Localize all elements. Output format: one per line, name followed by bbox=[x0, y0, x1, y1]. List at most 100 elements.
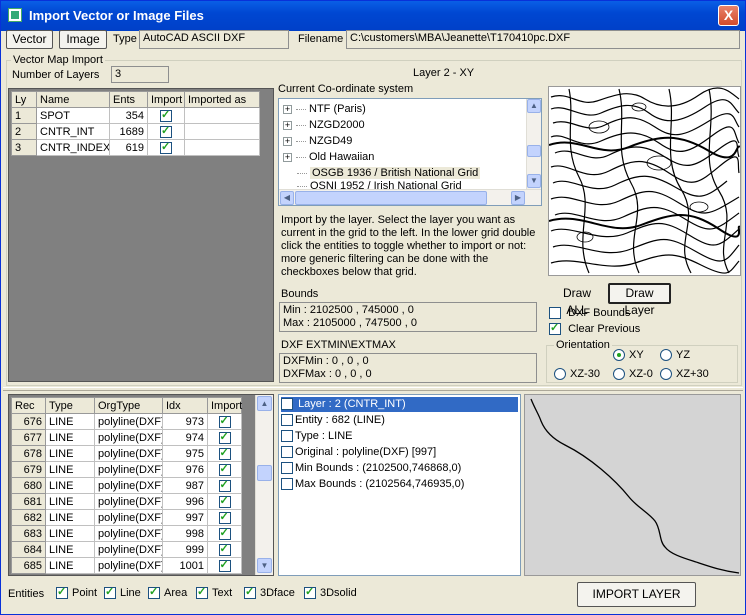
detail-item[interactable]: Type : LINE bbox=[281, 429, 352, 443]
entity-row[interactable]: 680 LINE polyline(DXF) 987 bbox=[11, 477, 242, 494]
layer-row[interactable]: 2 CNTR_INT 1689 bbox=[11, 123, 260, 140]
expand-icon[interactable]: + bbox=[283, 120, 292, 130]
filter-point-checkbox[interactable] bbox=[56, 585, 68, 600]
scroll-thumb[interactable] bbox=[257, 465, 272, 481]
scroll-thumb[interactable] bbox=[527, 145, 541, 157]
expand-icon[interactable]: + bbox=[283, 104, 292, 114]
entity-import-checkbox[interactable] bbox=[218, 527, 231, 540]
expand-icon[interactable]: + bbox=[283, 136, 292, 146]
draw-layer-button[interactable]: Draw Layer bbox=[608, 283, 671, 317]
coord-vscroll[interactable]: ▲ ▼ bbox=[526, 99, 541, 189]
entity-import-checkbox[interactable] bbox=[218, 447, 231, 460]
image-button[interactable]: Image bbox=[59, 30, 107, 49]
entity-row[interactable]: 683 LINE polyline(DXF) 998 bbox=[11, 525, 242, 542]
entity-import-checkbox[interactable] bbox=[218, 559, 231, 572]
orientation-xz-30[interactable]: XZ-30 bbox=[554, 368, 600, 381]
radio-xz+30[interactable] bbox=[660, 368, 672, 381]
expand-icon[interactable]: + bbox=[283, 152, 292, 162]
filter-3dface[interactable]: 3Dface bbox=[244, 585, 295, 600]
detail-item[interactable]: Min Bounds : (2102500,746868,0) bbox=[281, 461, 461, 475]
col-ents[interactable]: Ents bbox=[109, 91, 148, 108]
detail-item-selected[interactable]: Layer : 2 (CNTR_INT) bbox=[281, 397, 518, 412]
detail-item[interactable]: Max Bounds : (2102564,746935,0) bbox=[281, 477, 464, 491]
detail-checkbox[interactable] bbox=[281, 462, 293, 475]
layer-import-checkbox[interactable] bbox=[160, 125, 172, 138]
filter-area[interactable]: Area bbox=[148, 585, 187, 600]
col-import[interactable]: Import bbox=[147, 91, 185, 108]
entity-row[interactable]: 679 LINE polyline(DXF) 976 bbox=[11, 461, 242, 478]
scroll-down-icon[interactable]: ▼ bbox=[257, 558, 272, 573]
entity-import-checkbox[interactable] bbox=[218, 495, 231, 508]
col-type[interactable]: Type bbox=[45, 397, 95, 414]
layer-row[interactable]: 3 CNTR_INDEX 619 bbox=[11, 139, 260, 156]
entity-row[interactable]: 677 LINE polyline(DXF) 974 bbox=[11, 429, 242, 446]
radio-xz-0[interactable] bbox=[613, 368, 625, 381]
dxf-bounds-checkbox[interactable] bbox=[549, 307, 561, 320]
detail-checkbox[interactable] bbox=[281, 478, 293, 491]
entity-row[interactable]: 682 LINE polyline(DXF) 997 bbox=[11, 509, 242, 526]
filter-line-checkbox[interactable] bbox=[104, 585, 116, 600]
dxf-bounds-option[interactable]: DXF Bounds bbox=[549, 307, 630, 320]
scroll-right-icon[interactable]: ▶ bbox=[511, 191, 525, 205]
entity-import-checkbox[interactable] bbox=[218, 479, 231, 492]
filter-3dface-checkbox[interactable] bbox=[244, 585, 256, 600]
detail-checkbox[interactable] bbox=[281, 398, 293, 411]
filter-text[interactable]: Text bbox=[196, 585, 232, 600]
entity-import-checkbox[interactable] bbox=[218, 511, 231, 524]
entity-row[interactable]: 684 LINE polyline(DXF) 999 bbox=[11, 541, 242, 558]
layer-import-checkbox[interactable] bbox=[160, 109, 172, 122]
orientation-xy[interactable]: XY bbox=[613, 349, 644, 362]
clear-previous-option[interactable]: Clear Previous bbox=[549, 321, 640, 336]
orientation-xz-0[interactable]: XZ-0 bbox=[613, 368, 653, 381]
layers-grid[interactable]: Ly Name Ents Import Imported as 1 SPOT 3… bbox=[8, 88, 274, 382]
line-preview[interactable] bbox=[524, 394, 741, 576]
close-button[interactable]: X bbox=[718, 5, 739, 26]
orientation-xz+30[interactable]: XZ+30 bbox=[660, 368, 709, 381]
radio-xy[interactable] bbox=[613, 349, 625, 362]
coord-item-selected[interactable]: OSGB 1936 / British National Grid bbox=[283, 165, 481, 181]
coord-item[interactable]: + NTF (Paris) bbox=[283, 101, 366, 117]
scroll-left-icon[interactable]: ◀ bbox=[280, 191, 294, 205]
entity-details-list[interactable]: Layer : 2 (CNTR_INT) Entity : 682 (LINE)… bbox=[278, 394, 521, 576]
col-entity-import[interactable]: Import bbox=[207, 397, 242, 414]
filter-point[interactable]: Point bbox=[56, 585, 97, 600]
detail-checkbox[interactable] bbox=[281, 446, 293, 459]
col-imported-as[interactable]: Imported as bbox=[184, 91, 260, 108]
entity-row[interactable]: 685 LINE polyline(DXF) 1001 bbox=[11, 557, 242, 574]
entity-import-checkbox[interactable] bbox=[218, 431, 231, 444]
detail-checkbox[interactable] bbox=[281, 414, 293, 427]
entity-import-checkbox[interactable] bbox=[218, 543, 231, 556]
entity-row[interactable]: 676 LINE polyline(DXF) 973 bbox=[11, 413, 242, 430]
coord-system-tree[interactable]: + NTF (Paris) + NZGD2000 + NZGD49 + Old Hawa… bbox=[278, 98, 542, 206]
orientation-yz[interactable]: YZ bbox=[660, 349, 690, 362]
clear-previous-checkbox[interactable] bbox=[549, 321, 561, 336]
col-rec[interactable]: Rec bbox=[11, 397, 46, 414]
hscroll-thumb[interactable] bbox=[295, 191, 487, 205]
filter-3dsolid-checkbox[interactable] bbox=[304, 585, 316, 600]
layer-import-checkbox[interactable] bbox=[160, 141, 172, 154]
coord-item[interactable]: + NZGD49 bbox=[283, 133, 352, 149]
col-name[interactable]: Name bbox=[36, 91, 110, 108]
col-ly[interactable]: Ly bbox=[11, 91, 37, 108]
entity-import-checkbox[interactable] bbox=[218, 415, 231, 428]
scroll-up-icon[interactable]: ▲ bbox=[527, 99, 541, 113]
coord-item[interactable]: + Old Hawaiian bbox=[283, 149, 374, 165]
col-orgtype[interactable]: OrgType bbox=[94, 397, 163, 414]
coord-item[interactable]: OSNI 1952 / Irish National Grid bbox=[283, 181, 462, 189]
coord-item[interactable]: + NZGD2000 bbox=[283, 117, 365, 133]
import-layer-button[interactable]: IMPORT LAYER bbox=[577, 582, 696, 607]
splitter[interactable] bbox=[3, 387, 743, 391]
scroll-up-icon[interactable]: ▲ bbox=[257, 396, 272, 411]
col-idx[interactable]: Idx bbox=[162, 397, 208, 414]
detail-item[interactable]: Entity : 682 (LINE) bbox=[281, 413, 385, 427]
entities-grid[interactable]: Rec Type OrgType Idx Import 676 LINE polyl… bbox=[8, 394, 274, 576]
filter-line[interactable]: Line bbox=[104, 585, 141, 600]
layer-row[interactable]: 1 SPOT 354 bbox=[11, 107, 260, 124]
coord-hscroll[interactable]: ◀ ▶ bbox=[279, 189, 541, 205]
contour-preview[interactable] bbox=[548, 86, 741, 276]
vector-button[interactable]: Vector bbox=[6, 30, 53, 49]
scroll-down-icon[interactable]: ▼ bbox=[527, 174, 541, 188]
radio-xz-30[interactable] bbox=[554, 368, 566, 381]
filter-area-checkbox[interactable] bbox=[148, 585, 160, 600]
entity-import-checkbox[interactable] bbox=[218, 463, 231, 476]
